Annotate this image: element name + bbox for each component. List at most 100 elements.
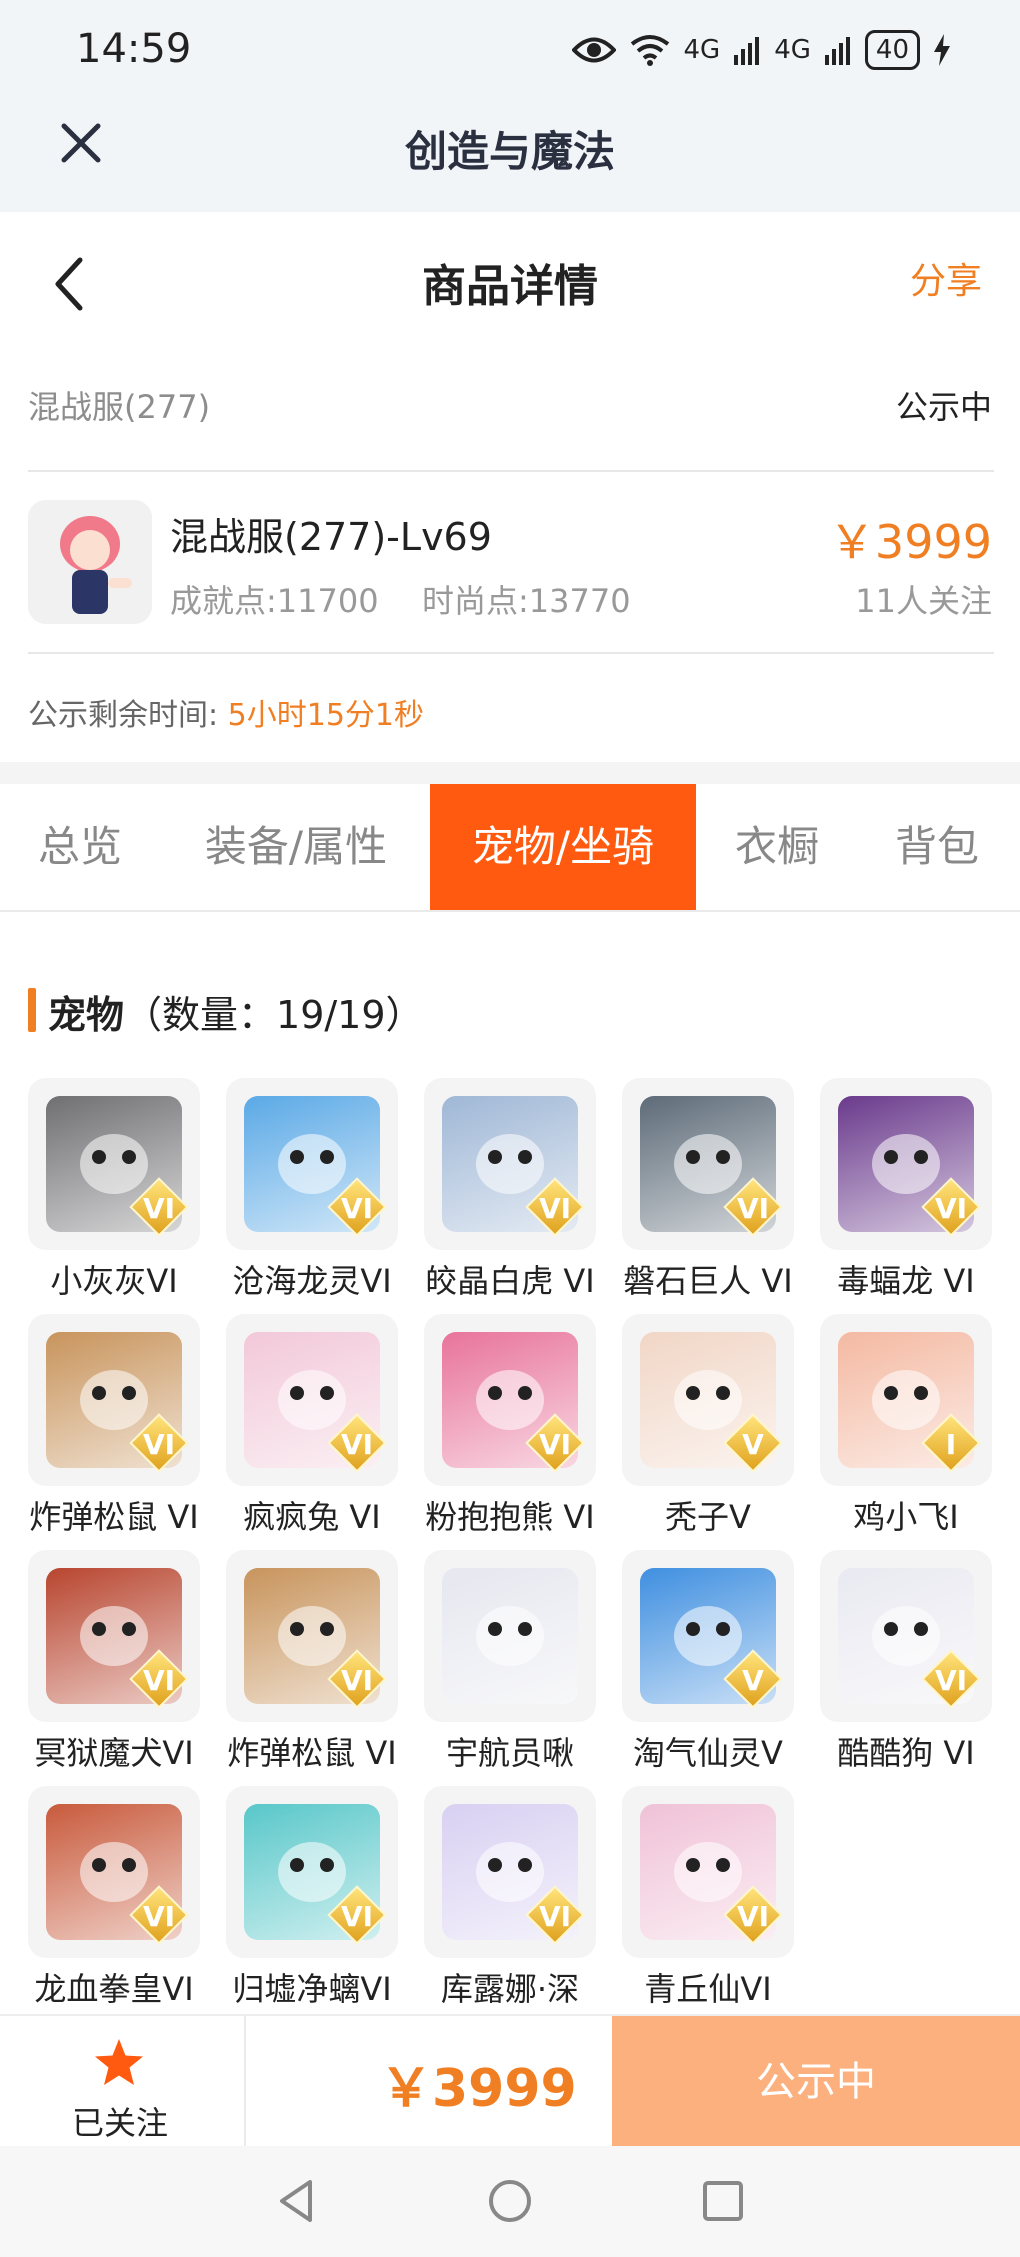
divider [28,470,994,472]
pet-thumbnail: VI [28,1786,200,1958]
pet-card[interactable]: VI 龙血拳皇VI [28,1786,200,2010]
pet-name: 淘气仙灵V [633,1734,783,1772]
pet-eye [488,1386,502,1400]
pet-name: 龙血拳皇VI [34,1970,194,2008]
pet-thumbnail: VI [820,1550,992,1722]
pet-thumbnail: I [820,1314,992,1486]
followed-label[interactable]: 已关注 [72,2098,168,2144]
pet-card[interactable]: VI 粉抱抱熊 VI [424,1314,596,1538]
countdown-value: 5小时15分1秒 [227,698,425,733]
tier-badge: VI [327,1885,387,1945]
pet-eye [320,1386,334,1400]
pet-card[interactable]: VI 小灰灰VI [28,1078,200,1302]
pet-name: 小灰灰VI [50,1262,178,1300]
nav-recents-icon[interactable] [698,2176,748,2226]
pet-thumbnail: VI [622,1078,794,1250]
tab-backpack[interactable]: 背包 [862,784,1012,910]
tier-label: VI [142,1428,176,1461]
tier-label: VI [142,1664,176,1697]
pet-card[interactable]: VI 磐石巨人 VI [622,1078,794,1302]
share-button[interactable]: 分享 [910,252,982,304]
signal-2-icon [824,37,850,65]
tier-label: VI [538,1428,572,1461]
server-label: 混战服(277) [28,388,211,426]
tab-equipment[interactable]: 装备/属性 [178,784,414,910]
nav-home-icon[interactable] [485,2176,535,2226]
pet-card[interactable]: VI 库露娜·深 [424,1786,596,2010]
pet-thumbnail: V [622,1314,794,1486]
pet-card[interactable]: VI 皎晶白虎 VI [424,1078,596,1302]
nav-back-icon[interactable] [272,2176,322,2226]
pet-eye [320,1622,334,1636]
pet-eye [914,1150,928,1164]
tier-badge: VI [327,1177,387,1237]
pet-thumbnail: VI [820,1078,992,1250]
tier-badge: VI [129,1413,189,1473]
pet-card[interactable]: V 淘气仙灵V [622,1550,794,1774]
tab-pets-mounts[interactable]: 宠物/坐骑 [430,784,696,910]
tier-badge: I [921,1413,981,1473]
pet-thumbnail: VI [226,1786,398,1958]
pet-eye [122,1858,136,1872]
status-time: 14:59 [76,26,192,72]
pet-eye [290,1150,304,1164]
section-gap [0,762,1020,784]
pet-card[interactable]: VI 毒蝠龙 VI [820,1078,992,1302]
tier-label: VI [340,1664,374,1697]
pet-card[interactable]: VI 沧海龙灵VI [226,1078,398,1302]
pet-eye [716,1150,730,1164]
tier-label: V [742,1428,764,1461]
star-icon[interactable] [92,2036,146,2090]
pet-image [442,1568,578,1704]
pet-eye [320,1150,334,1164]
tier-badge: VI [921,1177,981,1237]
pet-eye [92,1858,106,1872]
pet-thumbnail: VI [28,1314,200,1486]
tier-label: V [742,1664,764,1697]
pet-card[interactable]: VI 炸弹松鼠 VI [226,1550,398,1774]
tier-badge: VI [525,1885,585,1945]
pet-name: 炸弹松鼠 VI [227,1734,397,1772]
section-count: （数量：19/19） [124,993,424,1037]
pet-card[interactable]: VI 冥狱魔犬VI [28,1550,200,1774]
pet-eye [92,1150,106,1164]
character-image [28,500,152,624]
tab-overview[interactable]: 总览 [0,784,160,910]
pet-thumbnail: VI [622,1786,794,1958]
pet-name: 毒蝠龙 VI [837,1262,975,1300]
pet-card[interactable]: V 秃子V [622,1314,794,1538]
pet-eye [884,1150,898,1164]
pet-eye [686,1386,700,1400]
tier-label: I [945,1428,957,1461]
pet-face [476,1606,544,1666]
pet-thumbnail [424,1550,596,1722]
pet-name: 鸡小飞I [853,1498,959,1536]
pet-card[interactable]: VI 酷酷狗 VI [820,1550,992,1774]
pet-eye [716,1386,730,1400]
pet-name: 粉抱抱熊 VI [425,1498,595,1536]
pet-eye [488,1150,502,1164]
tier-label: VI [538,1192,572,1225]
pet-thumbnail: VI [226,1550,398,1722]
battery-indicator: 40 [864,30,920,70]
listing-price: ￥3999 [828,515,992,569]
pet-card[interactable]: VI 青丘仙VI [622,1786,794,2010]
tier-badge: VI [525,1413,585,1473]
follower-count: 11人关注 [855,582,992,620]
tier-label: VI [340,1900,374,1933]
tab-bar: 总览 装备/属性 宠物/坐骑 衣橱 背包 [0,784,1020,912]
section-accent-bar [28,988,36,1032]
pet-card[interactable]: I 鸡小飞I [820,1314,992,1538]
pet-card[interactable]: VI 疯疯兔 VI [226,1314,398,1538]
pet-name: 青丘仙VI [644,1970,772,2008]
listing-status: 公示中 [895,388,992,426]
status-bar: 14:59 4G 4G 40 [0,0,1020,100]
pet-card[interactable]: VI 归墟净螭VI [226,1786,398,2010]
eye-icon [571,37,616,63]
pet-card[interactable]: 宇航员啾 [424,1550,596,1774]
pet-name: 库露娜·深 [440,1970,580,2008]
tab-wardrobe[interactable]: 衣橱 [712,784,842,910]
public-notice-button[interactable]: 公示中 [612,2016,1020,2148]
pet-name: 沧海龙灵VI [232,1262,392,1300]
pet-card[interactable]: VI 炸弹松鼠 VI [28,1314,200,1538]
